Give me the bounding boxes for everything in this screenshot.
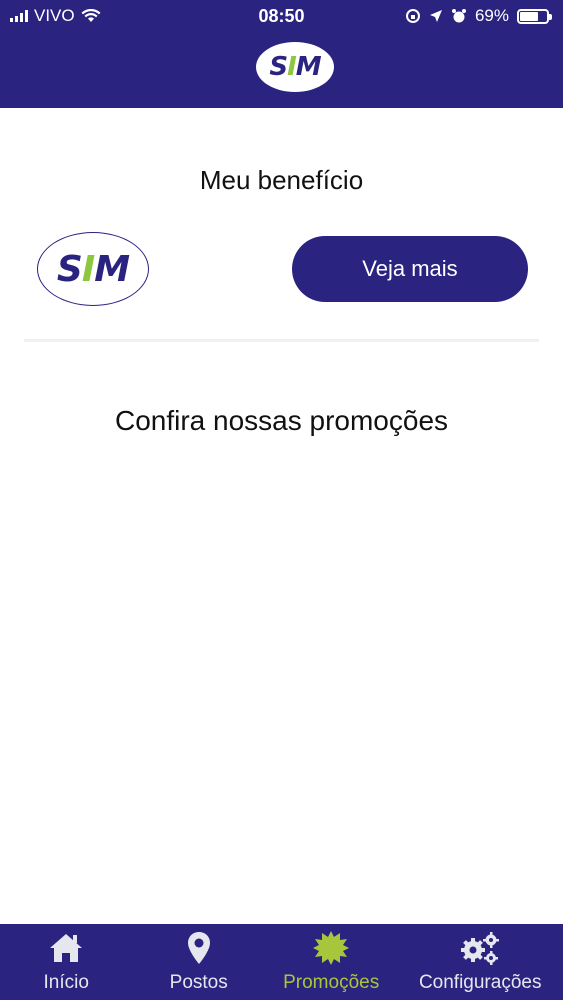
benefit-title: Meu benefício — [199, 165, 364, 195]
tab-promocoes[interactable]: Promoções — [265, 924, 397, 1000]
status-bar: VIVO 08:50 69% — [0, 0, 563, 32]
header-logo: SIM — [254, 40, 336, 94]
header-logo-text: SIM — [269, 52, 321, 82]
battery-fill — [520, 11, 538, 21]
section-divider — [24, 339, 539, 342]
tab-inicio[interactable]: Início — [0, 924, 132, 1000]
tab-label-configuracoes: Configurações — [418, 972, 542, 993]
battery-icon — [517, 8, 552, 24]
veja-mais-button[interactable]: Veja mais — [292, 236, 528, 302]
tab-bar: Início Postos Promoções Configurações — [0, 924, 563, 1000]
rotation-lock-icon — [405, 9, 420, 23]
alarm-icon — [451, 9, 466, 23]
battery-percent: 69% — [474, 6, 509, 25]
home-icon — [48, 930, 84, 966]
map-pin-icon — [187, 930, 211, 966]
tab-label-promocoes: Promoções — [283, 972, 380, 993]
badge-icon — [313, 930, 350, 966]
benefit-logo-text: SIM — [56, 248, 130, 290]
location-arrow-icon — [429, 10, 442, 22]
promotions-title: Confira nossas promoções — [114, 405, 449, 436]
status-right: 69% — [405, 6, 552, 26]
tab-label-inicio: Início — [43, 972, 89, 993]
app-header: VIVO 08:50 69% SIM — [0, 0, 563, 108]
benefit-logo: SIM — [37, 232, 149, 306]
gears-icon — [459, 930, 501, 966]
tab-label-postos: Postos — [169, 972, 228, 993]
tab-postos[interactable]: Postos — [132, 924, 264, 1000]
tab-configuracoes[interactable]: Configurações — [397, 924, 563, 1000]
